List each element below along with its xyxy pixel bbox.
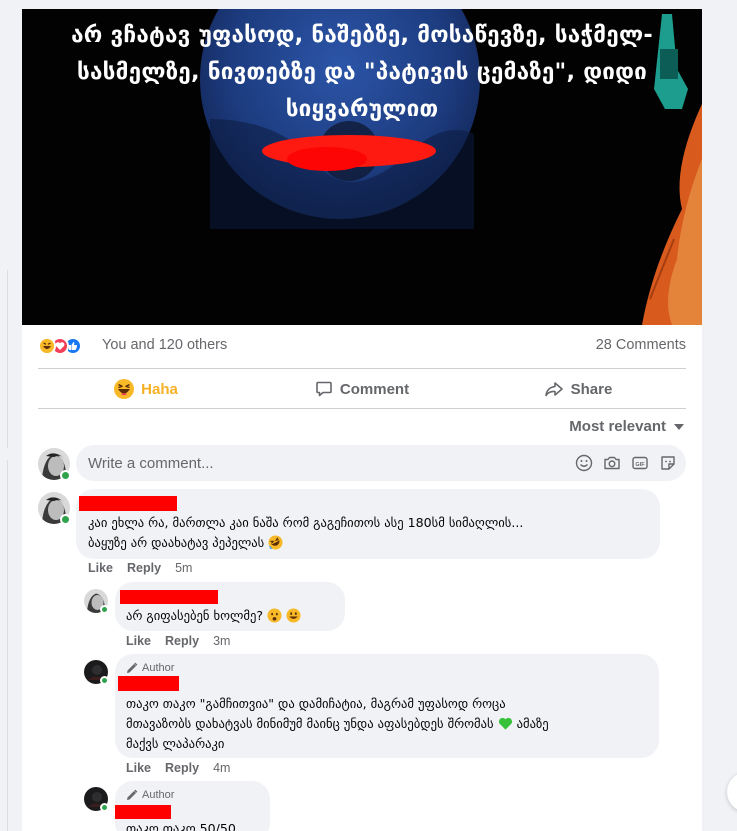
online-status-dot (60, 470, 71, 481)
share-label: Share (570, 380, 613, 398)
comment-label: Comment (339, 380, 410, 398)
left-panel-edge (0, 460, 8, 831)
like-link[interactable]: Like (126, 761, 151, 775)
haha-button[interactable]: Haha (38, 369, 254, 409)
write-comment-box[interactable]: GIF (76, 445, 686, 481)
reply-link[interactable]: Reply (165, 761, 199, 775)
redacted-author-name[interactable] (79, 496, 177, 511)
comment-input[interactable] (76, 445, 556, 481)
rofl-emoji-icon (268, 535, 283, 550)
like-link[interactable]: Like (126, 634, 151, 648)
author-badge: Author (126, 789, 174, 801)
post-image[interactable]: არ ვჩატავ უფასოდ, ნაშებზე, მოსაწევზე, სა… (22, 9, 702, 325)
comment-button[interactable]: Comment (254, 369, 470, 409)
svg-text:GIF: GIF (635, 462, 645, 468)
post-card: არ ვჩატავ უფასოდ, ნაშებზე, მოსაწევზე, სა… (22, 9, 702, 831)
online-status-dot (100, 676, 109, 685)
comment-meta: Like Reply 5m (88, 561, 206, 575)
camera-icon[interactable] (603, 454, 621, 472)
reply-link[interactable]: Reply (127, 561, 161, 575)
post-caption: არ ვჩატავ უფასოდ, ნაშებზე, მოსაწევზე, სა… (71, 22, 653, 122)
caret-down-icon (674, 423, 684, 430)
comment-avatar[interactable] (38, 492, 71, 525)
divider (38, 408, 686, 409)
pencil-icon (127, 789, 138, 800)
redacted-author-name[interactable] (115, 805, 171, 819)
post-actions: Haha Comment Share (38, 369, 686, 409)
share-button[interactable]: Share (470, 369, 686, 409)
redacted-author-name[interactable] (118, 676, 179, 691)
scroll-nav-button[interactable] (727, 772, 737, 812)
pencil-icon (127, 662, 138, 673)
share-icon (544, 382, 563, 397)
haha-icon (114, 379, 135, 399)
redacted-author-name[interactable] (120, 590, 218, 604)
reply-link[interactable]: Reply (165, 634, 199, 648)
haha-icon (38, 337, 56, 355)
sticker-icon[interactable] (659, 454, 677, 472)
reply-text: თაკო თაკო "გამჩითვია" და დამიჩატია, მაგრ… (126, 696, 549, 751)
reply-time[interactable]: 3m (213, 634, 230, 648)
reply-text: თაკო თაკო 50/50 (126, 821, 236, 831)
comment-time[interactable]: 5m (175, 561, 192, 575)
author-avatar[interactable] (84, 660, 109, 685)
online-status-dot (60, 514, 71, 525)
comments-count[interactable]: 28 Comments (596, 337, 686, 353)
frowning-emoji-icon (267, 608, 282, 623)
grinning-emoji-icon (286, 608, 301, 623)
reply-time[interactable]: 4m (213, 761, 230, 775)
online-status-dot (100, 605, 109, 614)
emoji-icon[interactable] (575, 454, 593, 472)
online-status-dot (100, 803, 109, 812)
comment-sort-dropdown[interactable]: Most relevant (569, 418, 684, 435)
gif-icon[interactable]: GIF (631, 454, 649, 472)
reaction-icons[interactable] (38, 337, 94, 355)
current-user-avatar[interactable] (38, 448, 71, 481)
sort-label: Most relevant (569, 418, 666, 435)
reply-avatar[interactable] (84, 589, 109, 614)
reply-text: არ გიფასებენ ხოლმე? (126, 606, 301, 626)
haha-label: Haha (141, 380, 178, 398)
author-avatar[interactable] (84, 787, 109, 812)
reactions-count[interactable]: You and 120 others (102, 337, 227, 353)
reply-meta: Like Reply 4m (126, 761, 244, 775)
green-heart-emoji-icon (498, 717, 512, 730)
author-badge: Author (126, 662, 174, 674)
reply-meta: Like Reply 3m (126, 634, 244, 648)
like-link[interactable]: Like (88, 561, 113, 575)
comment-text: კაი ეხლა რა, მართლა კაი ნაშა რომ გაგეჩით… (88, 515, 524, 550)
comment-icon (316, 381, 332, 397)
left-panel-edge (0, 270, 8, 448)
reactions-summary[interactable]: You and 120 others 28 Comments (38, 334, 686, 358)
